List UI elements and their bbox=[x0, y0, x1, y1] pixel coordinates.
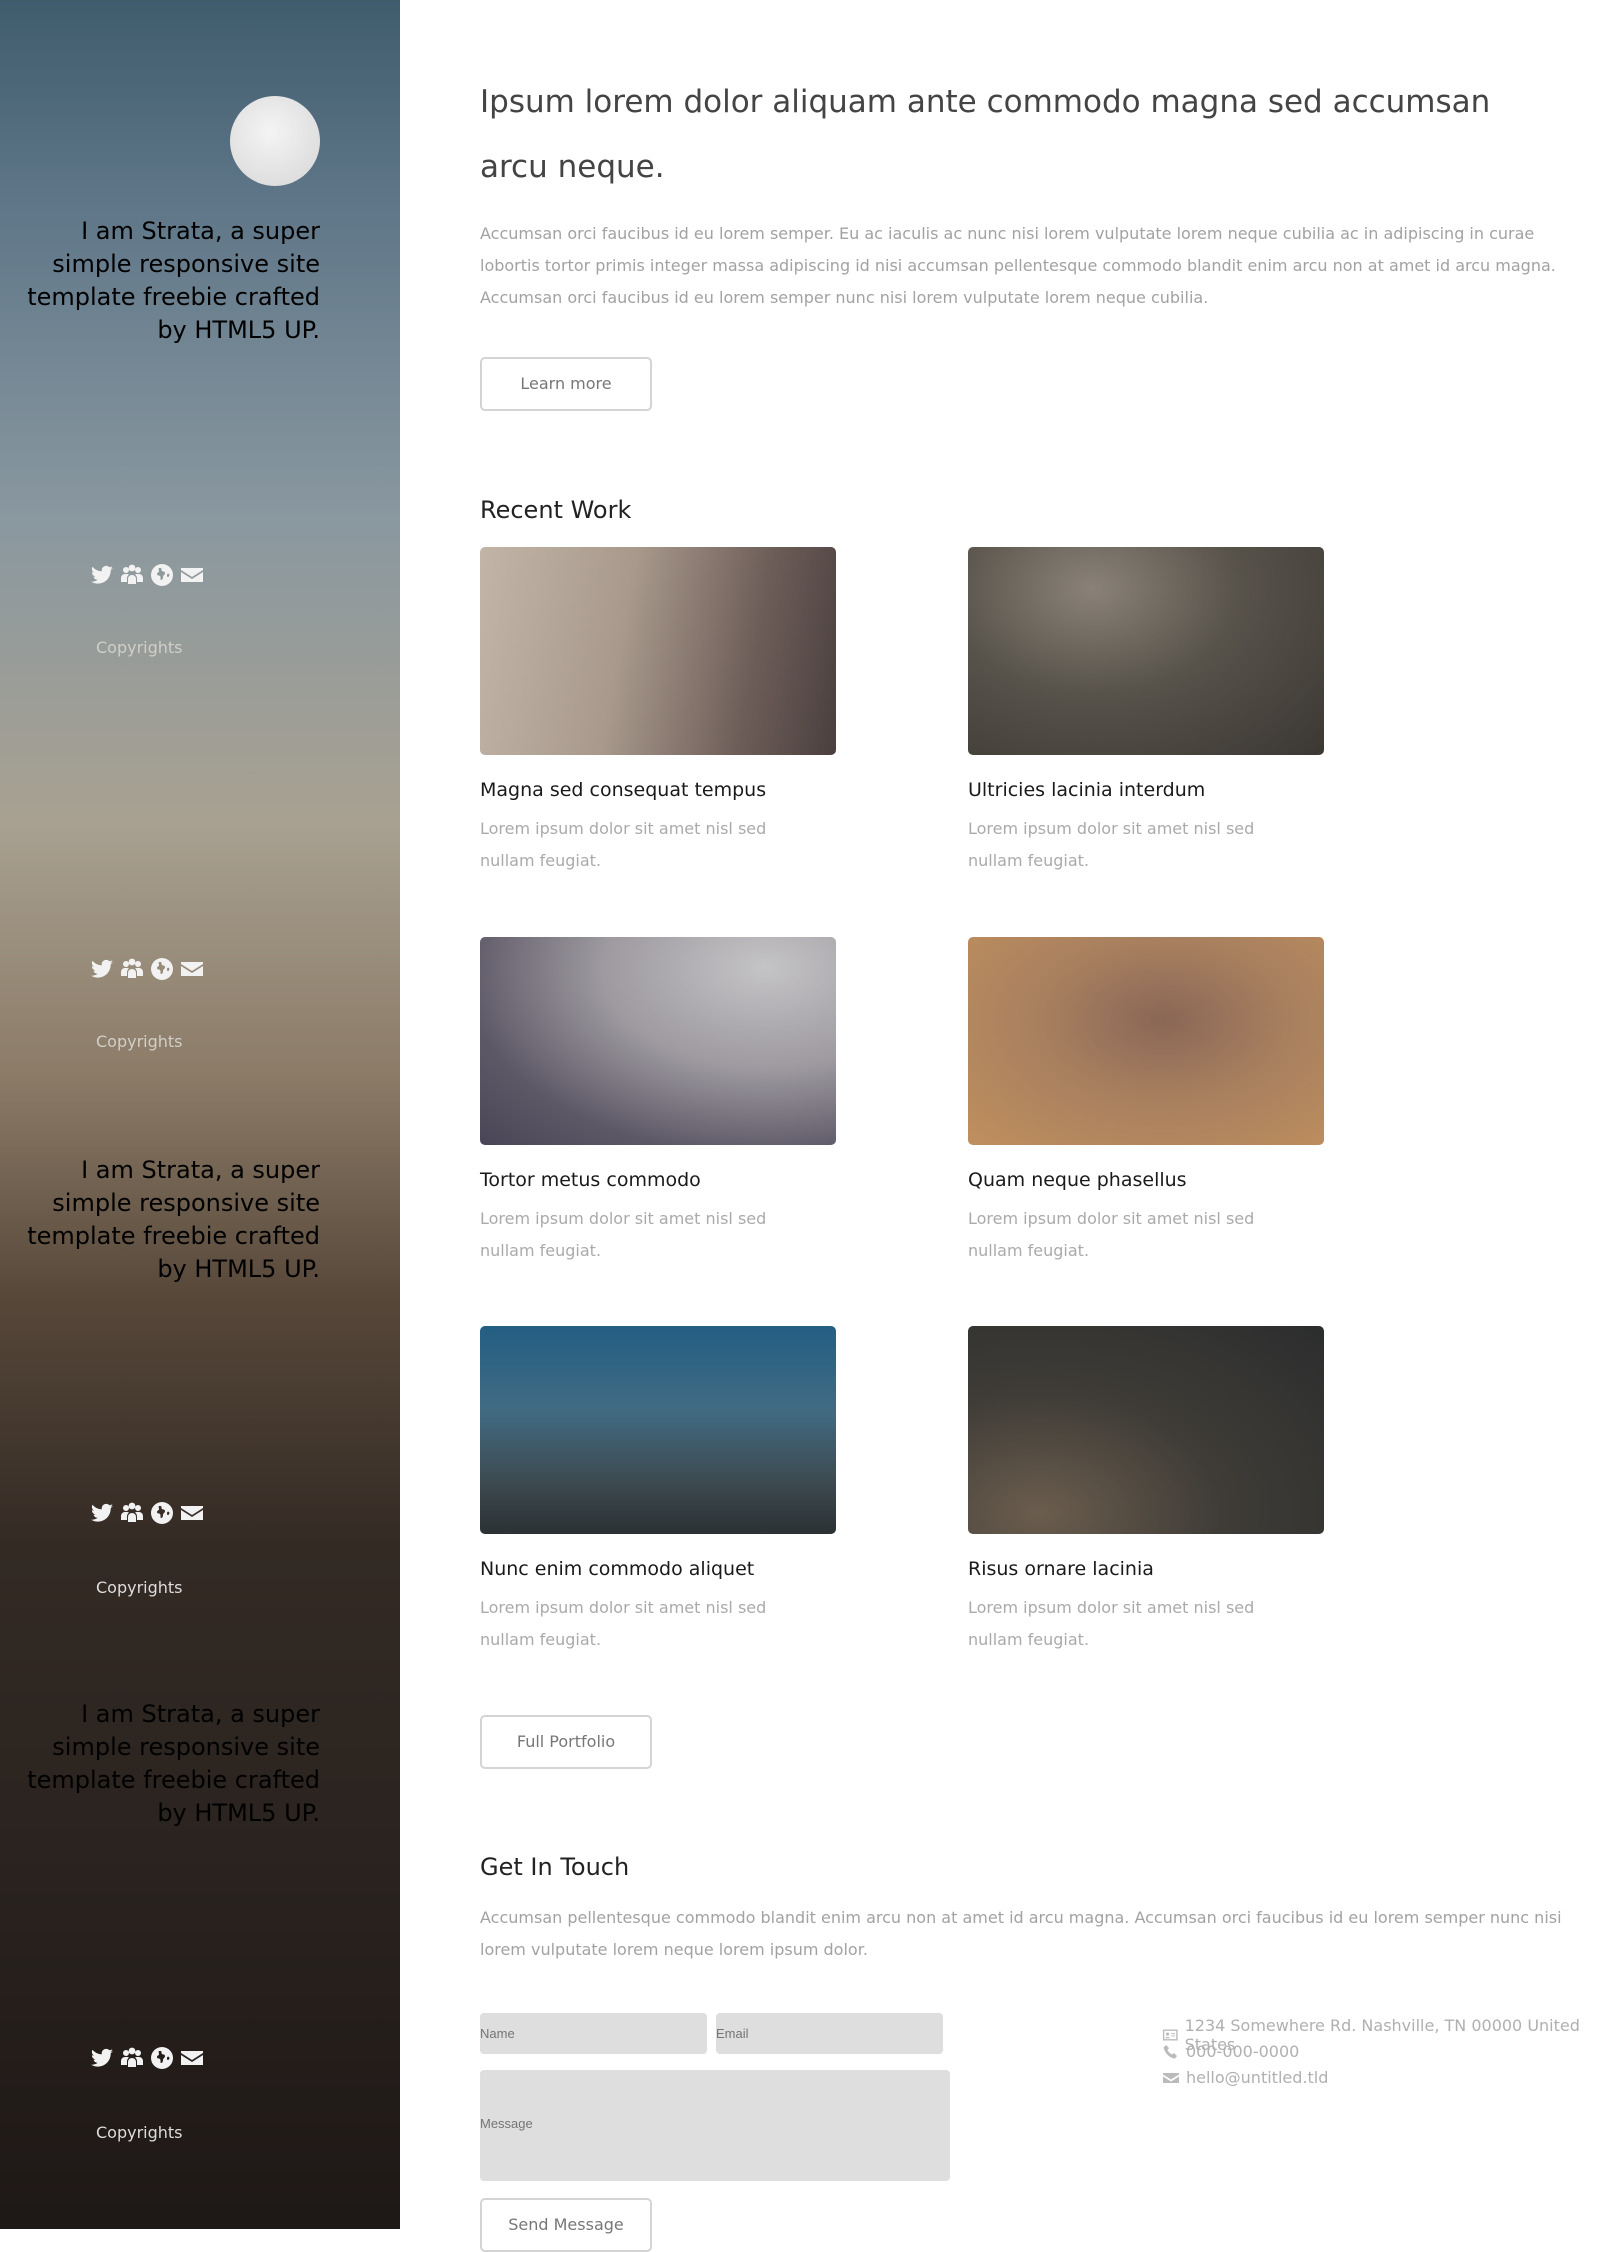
envelope-icon[interactable] bbox=[180, 1501, 204, 1525]
portfolio-item: Tortor metus commodo Lorem ipsum dolor s… bbox=[480, 937, 836, 1267]
sidebar-tagline: I am Strata, a super simple responsive s… bbox=[27, 1700, 320, 1827]
portfolio-description: Lorem ipsum dolor sit amet nisl sed null… bbox=[480, 1598, 767, 1649]
globe-icon[interactable] bbox=[150, 563, 174, 587]
portfolio-title: Magna sed consequat tempus bbox=[480, 779, 767, 801]
message-field[interactable] bbox=[480, 2070, 950, 2181]
portfolio-item: Ultricies lacinia interdum Lorem ipsum d… bbox=[968, 547, 1324, 877]
portfolio-item: Nunc enim commodo aliquet Lorem ipsum do… bbox=[480, 1326, 836, 1656]
portfolio-title: Nunc enim commodo aliquet bbox=[480, 1558, 755, 1580]
email-text[interactable]: hello@untitled.tld bbox=[1186, 2068, 1328, 2087]
email-field[interactable] bbox=[716, 2013, 943, 2054]
main-content: Ipsum lorem dolor aliquam ante commodo m… bbox=[400, 0, 1600, 2252]
copyright: Copyrights bbox=[96, 638, 183, 657]
social-links bbox=[90, 562, 204, 588]
globe-icon[interactable] bbox=[150, 1501, 174, 1525]
portfolio-thumbnail[interactable] bbox=[968, 1326, 1324, 1534]
contact-heading: Get In Touch bbox=[480, 1853, 630, 1881]
social-links bbox=[90, 956, 204, 982]
avatar[interactable] bbox=[230, 96, 320, 186]
portfolio-item: Quam neque phasellus Lorem ipsum dolor s… bbox=[968, 937, 1324, 1267]
portfolio-item: Risus ornare lacinia Lorem ipsum dolor s… bbox=[968, 1326, 1324, 1656]
portfolio-thumbnail[interactable] bbox=[480, 1326, 836, 1534]
social-links bbox=[90, 2045, 204, 2071]
portfolio-item: Magna sed consequat tempus Lorem ipsum d… bbox=[480, 547, 836, 877]
group-icon[interactable] bbox=[120, 2046, 144, 2070]
sidebar-tagline: I am Strata, a super simple responsive s… bbox=[27, 217, 320, 344]
portfolio-title: Quam neque phasellus bbox=[968, 1169, 1187, 1191]
twitter-icon[interactable] bbox=[90, 2046, 114, 2070]
sidebar-tagline: I am Strata, a super simple responsive s… bbox=[27, 1156, 320, 1283]
full-portfolio-button[interactable]: Full Portfolio bbox=[480, 1715, 652, 1769]
recent-work-heading: Recent Work bbox=[480, 496, 632, 524]
contact-email: hello@untitled.tld bbox=[1162, 2068, 1328, 2087]
contact-description: Accumsan pellentesque commodo blandit en… bbox=[480, 1908, 1562, 1959]
send-message-button[interactable]: Send Message bbox=[480, 2198, 652, 2252]
globe-icon[interactable] bbox=[150, 957, 174, 981]
group-icon[interactable] bbox=[120, 1501, 144, 1525]
portfolio-description: Lorem ipsum dolor sit amet nisl sed null… bbox=[480, 819, 767, 870]
sidebar: I am Strata, a super simple responsive s… bbox=[0, 0, 400, 2229]
portfolio-thumbnail[interactable] bbox=[968, 547, 1324, 755]
phone-text: 000-000-0000 bbox=[1186, 2042, 1300, 2061]
portfolio-description: Lorem ipsum dolor sit amet nisl sed null… bbox=[968, 1598, 1255, 1649]
envelope-icon[interactable] bbox=[180, 957, 204, 981]
social-links bbox=[90, 1500, 204, 1526]
portfolio-description: Lorem ipsum dolor sit amet nisl sed null… bbox=[480, 1209, 767, 1260]
envelope-icon[interactable] bbox=[180, 2046, 204, 2070]
globe-icon[interactable] bbox=[150, 2046, 174, 2070]
name-field[interactable] bbox=[480, 2013, 707, 2054]
twitter-icon[interactable] bbox=[90, 563, 114, 587]
page-headline: Ipsum lorem dolor aliquam ante commodo m… bbox=[480, 84, 1491, 185]
portfolio-title: Ultricies lacinia interdum bbox=[968, 779, 1206, 801]
learn-more-button[interactable]: Learn more bbox=[480, 357, 652, 411]
phone-icon bbox=[1163, 2044, 1177, 2058]
portfolio-thumbnail[interactable] bbox=[480, 937, 836, 1145]
portfolio-thumbnail[interactable] bbox=[480, 547, 836, 755]
twitter-icon[interactable] bbox=[90, 957, 114, 981]
contact-phone: 000-000-0000 bbox=[1162, 2042, 1299, 2061]
portfolio-description: Lorem ipsum dolor sit amet nisl sed null… bbox=[968, 1209, 1255, 1260]
portfolio-title: Risus ornare lacinia bbox=[968, 1558, 1154, 1580]
copyright: Copyrights bbox=[96, 1578, 183, 1597]
group-icon[interactable] bbox=[120, 563, 144, 587]
copyright: Copyrights bbox=[96, 2123, 183, 2142]
envelope-icon[interactable] bbox=[180, 563, 204, 587]
twitter-icon[interactable] bbox=[90, 1501, 114, 1525]
envelope-icon bbox=[1163, 2072, 1179, 2083]
portfolio-title: Tortor metus commodo bbox=[480, 1169, 701, 1191]
id-card-icon bbox=[1162, 2029, 1178, 2041]
intro-text: Accumsan orci faucibus id eu lorem sempe… bbox=[480, 224, 1556, 307]
copyright: Copyrights bbox=[96, 1032, 183, 1051]
portfolio-thumbnail[interactable] bbox=[968, 937, 1324, 1145]
portfolio-description: Lorem ipsum dolor sit amet nisl sed null… bbox=[968, 819, 1255, 870]
group-icon[interactable] bbox=[120, 957, 144, 981]
